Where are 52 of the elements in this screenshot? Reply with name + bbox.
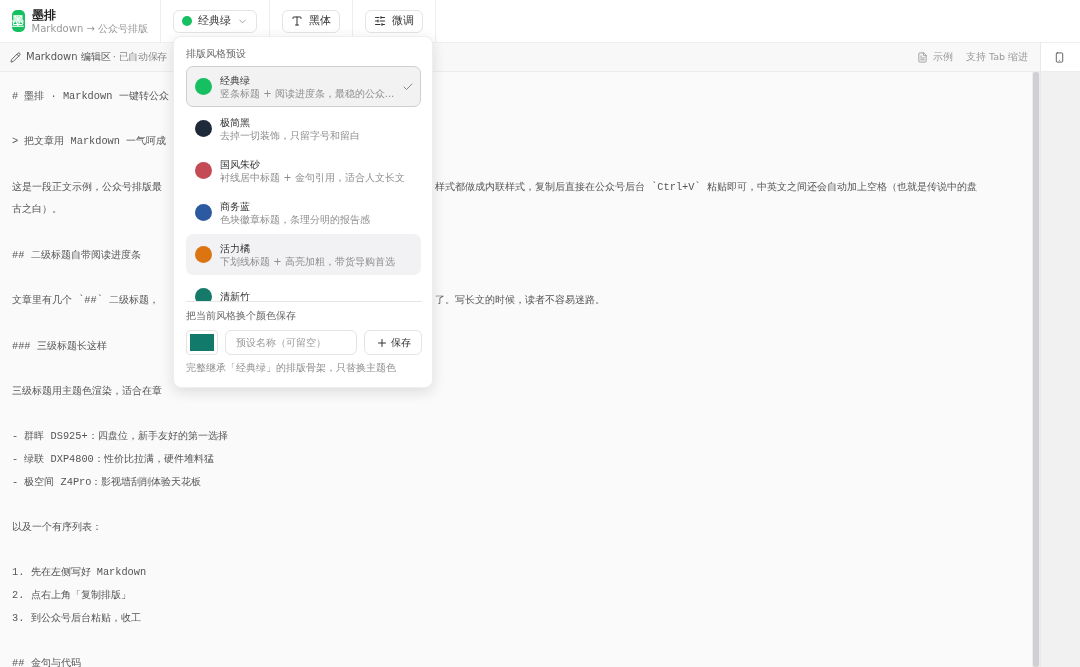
preset-name: 清新竹 bbox=[220, 289, 251, 301]
color-swatch[interactable] bbox=[186, 330, 218, 355]
editor-line: 三级标题用主题色渲染，适合在章 bbox=[12, 384, 162, 397]
editor-line: 了。写长文的时候，读者不容易迷路。 bbox=[435, 293, 605, 309]
preset-item[interactable]: 经典绿 竖条标题 + 阅读进度条，最稳的公众... bbox=[186, 66, 422, 107]
preset-description: 竖条标题 + 阅读进度条，最稳的公众... bbox=[220, 87, 395, 100]
editor-line: - 群晖 DS925+：四盘位，新手友好的第一选择 bbox=[12, 430, 228, 443]
save-title: 把当前风格换个颜色保存 bbox=[186, 310, 297, 323]
editor-line: # 墨排 · Markdown 一键转公众 bbox=[12, 90, 169, 102]
editor-line: 以及一个有序列表： bbox=[12, 521, 102, 534]
preset-name: 商务蓝 bbox=[220, 199, 251, 214]
preset-description: 去掉一切装饰，只留字号和留白 bbox=[220, 129, 361, 142]
preset-name-field[interactable]: 预设名称（可留空） bbox=[225, 330, 357, 355]
editor-line: 1. 先在左侧写好 Markdown bbox=[12, 566, 147, 579]
preset-name: 经典绿 bbox=[220, 73, 251, 88]
editor-line: ## 二级标题自带阅读进度条 bbox=[12, 248, 141, 261]
preset-description: 衬线居中标题 + 金句引用，适合人文长文 bbox=[220, 171, 406, 184]
font-button[interactable]: 黑体 bbox=[282, 9, 340, 33]
app-logo: 墨 bbox=[12, 10, 25, 32]
editor-line: - 绿联 DXP4800：性价比拉满，硬件堆料猛 bbox=[12, 453, 214, 465]
save-note: 完整继承「经典绿」的排版骨架，只替换主题色 bbox=[186, 361, 397, 375]
editor-line: 样式都做成内联样式，复制后直接在公众号后台 `Ctrl+V` 粘贴即可，中英文之间还会自动加上空格（也就是传说中的盘 bbox=[435, 179, 977, 195]
save-button[interactable]: 保存 bbox=[364, 330, 422, 355]
editor-line: ## 金句与代码 bbox=[12, 657, 81, 667]
document-icon bbox=[916, 51, 928, 63]
pencil-icon bbox=[10, 51, 21, 63]
editor-line: 这是一段正文示例，公众号排版最 bbox=[12, 180, 162, 193]
editor-line: 2. 点右上角「复制排版」 bbox=[12, 589, 131, 602]
save-status: · 已自动保存 bbox=[112, 50, 168, 64]
app-subtitle: Markdown → 公众号排版 bbox=[31, 22, 148, 35]
text-icon bbox=[291, 15, 303, 27]
preset-item[interactable]: 活力橘 下划线标题 + 高亮加粗，带货导购首选 bbox=[186, 234, 422, 275]
editor-line: 古之白）。 bbox=[12, 203, 62, 216]
menu-title: 排版风格预设 bbox=[186, 48, 247, 61]
editor-line: 3. 到公众号后台粘贴，收工 bbox=[12, 611, 141, 624]
plus-icon bbox=[375, 336, 388, 349]
preset-name: 极简黑 bbox=[220, 115, 251, 130]
preset-name: 活力橘 bbox=[220, 241, 251, 256]
sliders-icon bbox=[374, 15, 386, 27]
preset-name: 国风朱砂 bbox=[220, 157, 261, 172]
editor-line: > 把文章用 Markdown 一气呵成 bbox=[12, 135, 167, 148]
app-name: 墨排 bbox=[31, 7, 57, 23]
editor-line: - 极空间 Z4Pro：影视墙刮削体验天花板 bbox=[12, 475, 202, 488]
editor-line: ### 三级标题长这样 bbox=[12, 339, 107, 352]
editor-line: 文章里有几个 `##` 二级标题， bbox=[12, 294, 160, 307]
phone-icon bbox=[1054, 51, 1065, 63]
theme-dropdown[interactable]: 经典绿 bbox=[173, 9, 257, 33]
editor-title: Markdown 编辑区 bbox=[26, 50, 111, 64]
tab-indent-hint: 支持 Tab 缩进 bbox=[965, 50, 1028, 64]
preset-description: 下划线标题 + 高亮加粗，带货导购首选 bbox=[220, 255, 396, 268]
tune-button[interactable]: 微调 bbox=[365, 9, 423, 33]
preset-description: 色块徽章标题，条理分明的报告感 bbox=[220, 213, 371, 226]
